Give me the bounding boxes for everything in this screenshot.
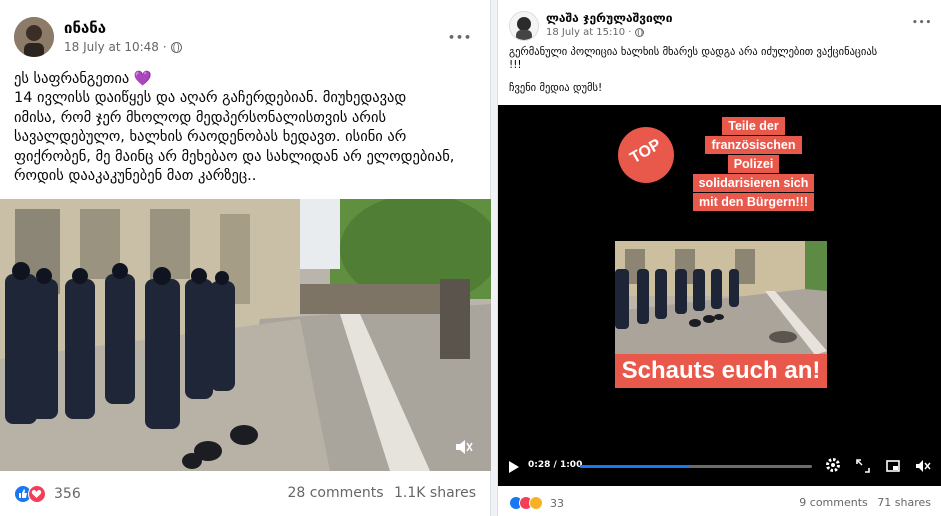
- video-frame-photo: [615, 241, 827, 355]
- engagement-stats: 9 comments 71 shares: [799, 496, 931, 509]
- post-caption: ეს საფრანგეთია 💜 14 ივლისს დაიწყეს და აღ…: [14, 70, 454, 186]
- caption-line: როდის დააკაკუნებენ მათ კარზეც..: [14, 168, 257, 185]
- video-title-line: mit den Bürgern!!!: [692, 193, 815, 211]
- post-timestamp[interactable]: 18 July at 10:48 ·: [64, 40, 182, 54]
- caption-line: ფიქრობენ, მე მაინც არ მეხებაო და სახლიდა…: [14, 148, 455, 165]
- caption-line: 14 ივლისს დაიწყეს და აღარ გაჩერდებიან. მ…: [14, 90, 407, 107]
- post-date[interactable]: 18 July at 10:48 ·: [64, 40, 167, 54]
- volume-icon[interactable]: [915, 458, 931, 472]
- right-post: ლაშა ჯერულაშვილი 18 July at 15:10 · ••• …: [497, 0, 941, 516]
- video-title-line: solidarisieren sich: [692, 174, 815, 192]
- post-caption: გერმანული პოლიცია ხალხის მხარეს დადგა არ…: [509, 46, 877, 95]
- video-subtitle: Schauts euch an!: [615, 354, 827, 388]
- profile-photo-icon: [14, 17, 54, 57]
- play-button[interactable]: [508, 459, 520, 473]
- post-video[interactable]: TOP Teile der französischen Polizei soli…: [498, 105, 941, 486]
- video-title-block: Teile der französischen Polizei solidari…: [498, 117, 941, 214]
- settings-gear-icon[interactable]: [825, 457, 841, 473]
- more-options-button[interactable]: •••: [448, 31, 472, 44]
- caption-line: სავალდებულო, ხალხის რაოდენობას ხედავთ. ი…: [14, 129, 407, 146]
- caption-line: გერმანული პოლიცია ხალხის მხარეს დადგა არ…: [509, 46, 878, 58]
- engagement-stats: 28 comments 1.1K shares: [287, 485, 476, 501]
- shares-count-link[interactable]: 71 shares: [877, 496, 931, 509]
- post-date[interactable]: 18 July at 15:10 ·: [546, 27, 631, 38]
- wow-reaction-icon[interactable]: [529, 496, 543, 510]
- reaction-count[interactable]: 356: [54, 486, 81, 502]
- post-timestamp[interactable]: 18 July at 15:10 ·: [546, 27, 645, 38]
- mini-player-icon[interactable]: [886, 458, 900, 472]
- post-footer: 33 9 comments 71 shares: [509, 495, 931, 511]
- avatar[interactable]: [509, 11, 539, 41]
- globe-icon: [170, 41, 182, 53]
- video-controls: 0:28 / 1:00: [498, 446, 941, 486]
- caption-line: იმისა, რომ ჯერ მხოლოდ მედპერსონალისთვის …: [14, 109, 387, 126]
- globe-icon: [635, 28, 645, 37]
- more-options-button[interactable]: •••: [912, 18, 932, 28]
- police-line-photo: [0, 199, 491, 471]
- shares-count-link[interactable]: 1.1K shares: [394, 485, 476, 501]
- left-post: ინანა 18 July at 10:48 · ••• ეს საფრანგე…: [0, 0, 491, 516]
- progress-fill: [580, 465, 690, 468]
- video-title-line: Teile der: [722, 117, 785, 135]
- author-name[interactable]: ინანა: [64, 19, 106, 37]
- video-title-line: Polizei: [727, 155, 780, 173]
- comments-count-link[interactable]: 28 comments: [287, 485, 383, 501]
- reaction-count[interactable]: 33: [550, 497, 564, 510]
- caption-line: ჩვენი მედია დუმს!: [509, 82, 603, 94]
- caption-line: !!!: [509, 59, 522, 71]
- video-time: 0:28 / 1:00: [528, 460, 583, 470]
- profile-photo-icon: [510, 12, 538, 40]
- avatar[interactable]: [14, 17, 54, 57]
- love-reaction-icon[interactable]: [28, 485, 46, 503]
- post-video[interactable]: [0, 199, 491, 471]
- author-name[interactable]: ლაშა ჯერულაშვილი: [546, 11, 672, 25]
- fullscreen-icon[interactable]: [856, 458, 870, 473]
- caption-line: ეს საფრანგეთია 💜: [14, 71, 152, 87]
- volume-icon[interactable]: [455, 439, 473, 455]
- progress-track[interactable]: [580, 465, 812, 468]
- post-footer: 356 28 comments 1.1K shares: [14, 484, 476, 504]
- video-title-line: französischen: [705, 136, 802, 154]
- comments-count-link[interactable]: 9 comments: [799, 496, 868, 509]
